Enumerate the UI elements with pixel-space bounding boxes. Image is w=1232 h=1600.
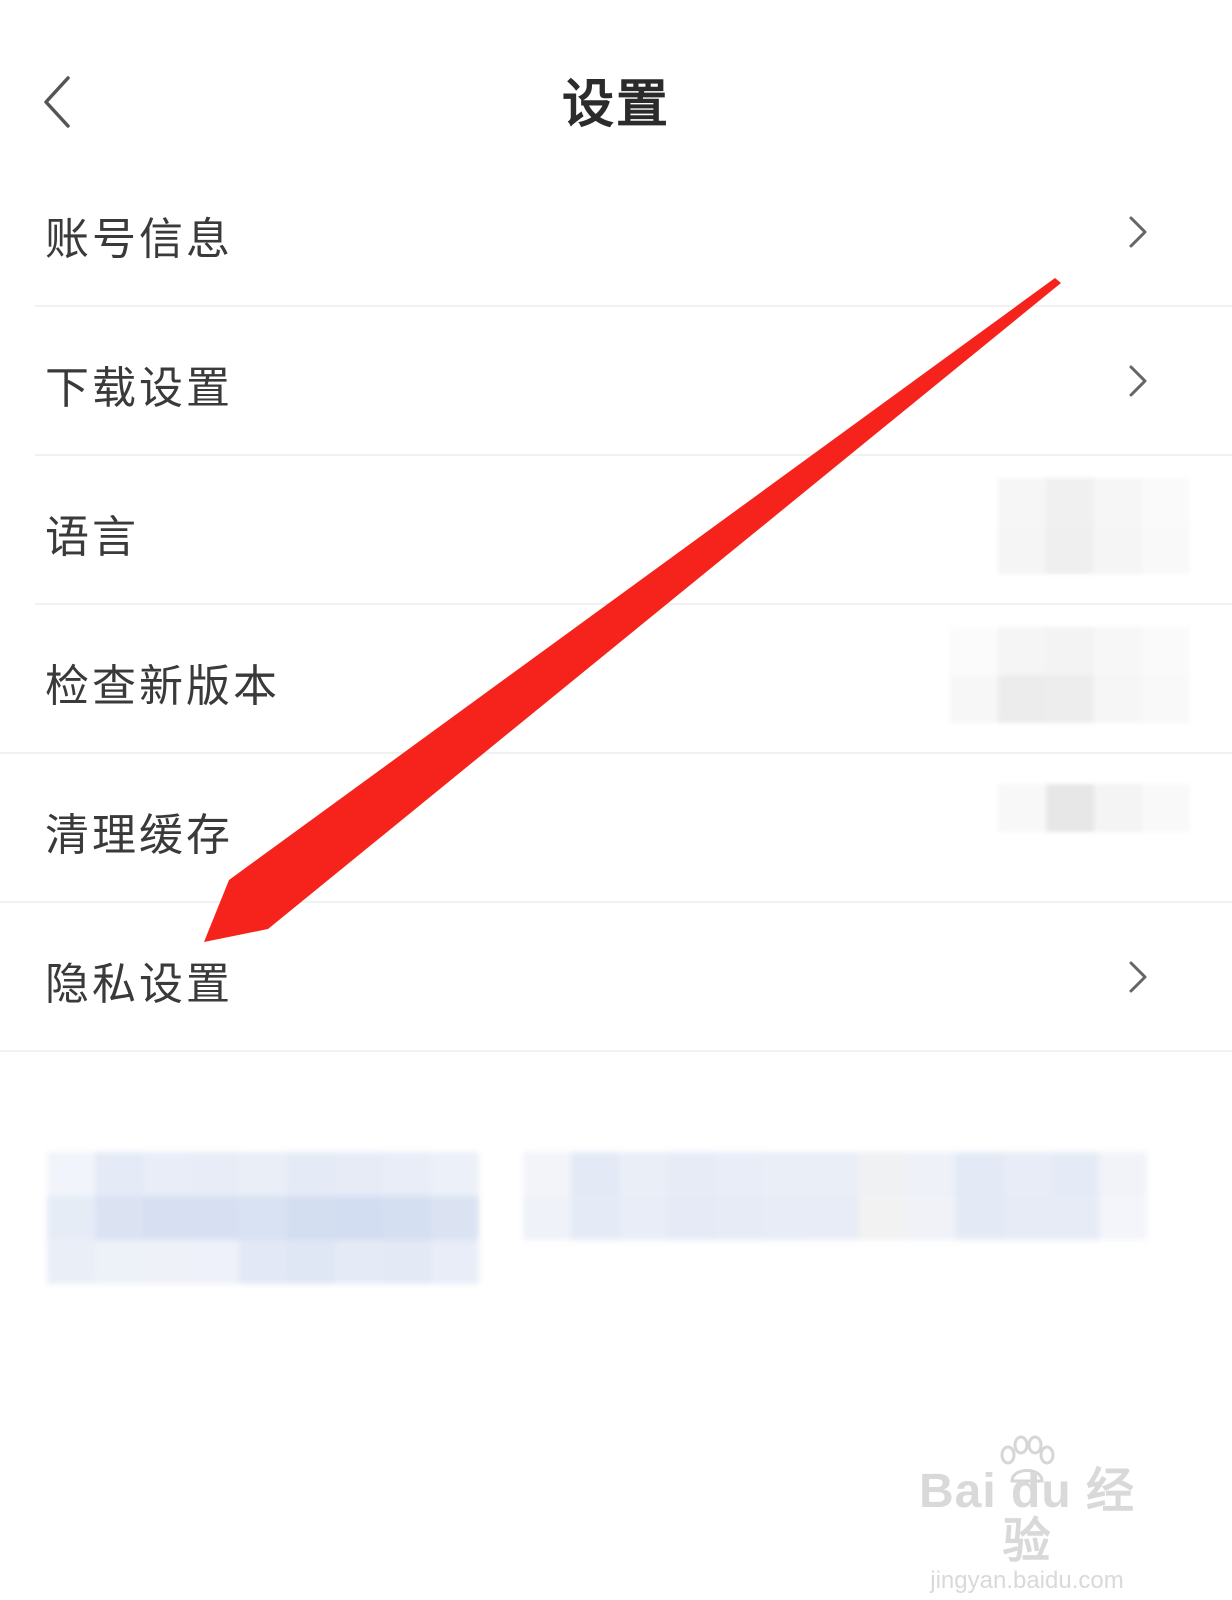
watermark: Bai du 经验 jingyan.baidu.com — [912, 1435, 1142, 1595]
settings-item-label: 语言 — [45, 512, 139, 563]
settings-list: 账号信息 下载设置 语言 检查新版本 清理缓存 隐私设置 — [0, 158, 1232, 1052]
footer-text-redacted[interactable] — [523, 1152, 1147, 1240]
settings-item-account-info[interactable]: 账号信息 — [35, 158, 1232, 307]
cache-size-redacted — [998, 784, 1190, 832]
settings-item-language[interactable]: 语言 — [35, 456, 1232, 605]
chevron-right-icon — [1129, 961, 1147, 993]
settings-item-label: 隐私设置 — [45, 959, 233, 1010]
watermark-url: jingyan.baidu.com — [930, 1567, 1124, 1594]
chevron-right-icon — [1129, 365, 1147, 397]
settings-item-label: 账号信息 — [45, 214, 233, 265]
settings-item-clear-cache[interactable]: 清理缓存 — [0, 754, 1232, 903]
footer-link-redacted[interactable] — [47, 1152, 479, 1284]
settings-item-label: 检查新版本 — [45, 661, 280, 712]
settings-item-privacy[interactable]: 隐私设置 — [0, 903, 1232, 1052]
chevron-right-icon — [1129, 216, 1147, 248]
page-title: 设置 — [561, 75, 670, 135]
language-value-redacted — [998, 478, 1190, 574]
version-value-redacted — [950, 627, 1190, 723]
settings-item-label: 下载设置 — [45, 363, 233, 414]
settings-item-download[interactable]: 下载设置 — [35, 307, 1232, 456]
watermark-brand: Bai du 经验 — [918, 1465, 1135, 1568]
settings-item-check-update[interactable]: 检查新版本 — [0, 605, 1232, 754]
settings-item-label: 清理缓存 — [45, 810, 233, 861]
